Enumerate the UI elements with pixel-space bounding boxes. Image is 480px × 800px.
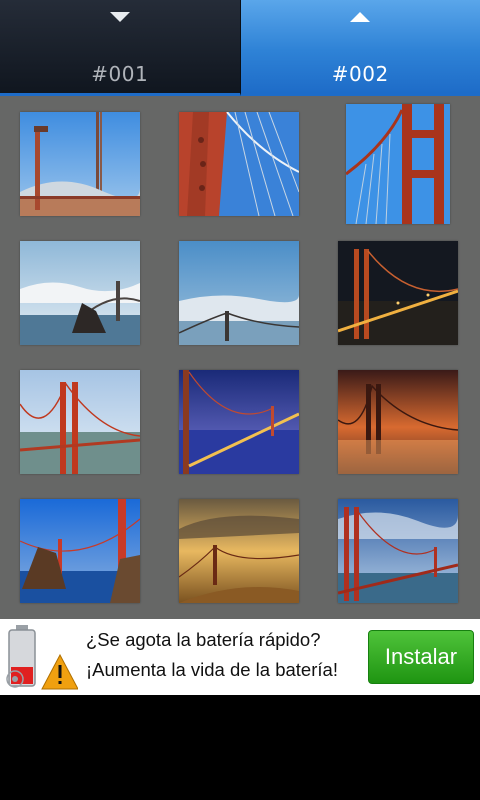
bridge-photo [179,499,299,603]
chevron-down-icon [109,12,130,22]
thumbnail-1[interactable] [20,112,140,216]
bridge-photo [338,370,458,474]
empty-area [0,695,480,800]
thumbnail-7[interactable] [20,370,140,474]
bridge-photo [346,104,450,224]
tab-001[interactable]: #001 [0,0,241,96]
thumbnail-9[interactable] [338,370,458,474]
bridge-photo [20,499,140,603]
bridge-photo [179,370,299,474]
bridge-photo [20,241,140,345]
thumbnail-8[interactable] [179,370,299,474]
thumbnail-2[interactable] [179,112,299,216]
bridge-photo [20,112,140,216]
tab-bar: #001 #002 [0,0,480,96]
chevron-up-icon [350,12,371,22]
tab-label: #002 [331,62,389,86]
bridge-photo [179,112,299,216]
thumbnail-4[interactable] [20,241,140,345]
ad-headline: ¿Se agota la batería rápido? [86,629,321,650]
bridge-photo [20,370,140,474]
thumbnail-5[interactable] [179,241,299,345]
install-button[interactable]: Instalar [368,630,474,684]
thumbnail-11[interactable] [179,499,299,603]
thumbnail-12[interactable] [338,499,458,603]
thumbnail-3[interactable] [346,104,450,224]
thumbnail-10[interactable] [20,499,140,603]
tab-label: #001 [91,62,149,86]
bridge-photo [179,241,299,345]
ad-subheadline: ¡Aumenta la vida de la batería! [86,659,338,680]
ad-banner[interactable]: ¿Se agota la batería rápido? ¡Aumenta la… [0,619,480,695]
bridge-photo [338,241,458,345]
photo-grid [0,96,480,619]
bridge-photo [338,499,458,603]
thumbnail-6[interactable] [338,241,458,345]
ad-info-icon[interactable] [4,668,26,690]
tab-002[interactable]: #002 [240,0,480,96]
